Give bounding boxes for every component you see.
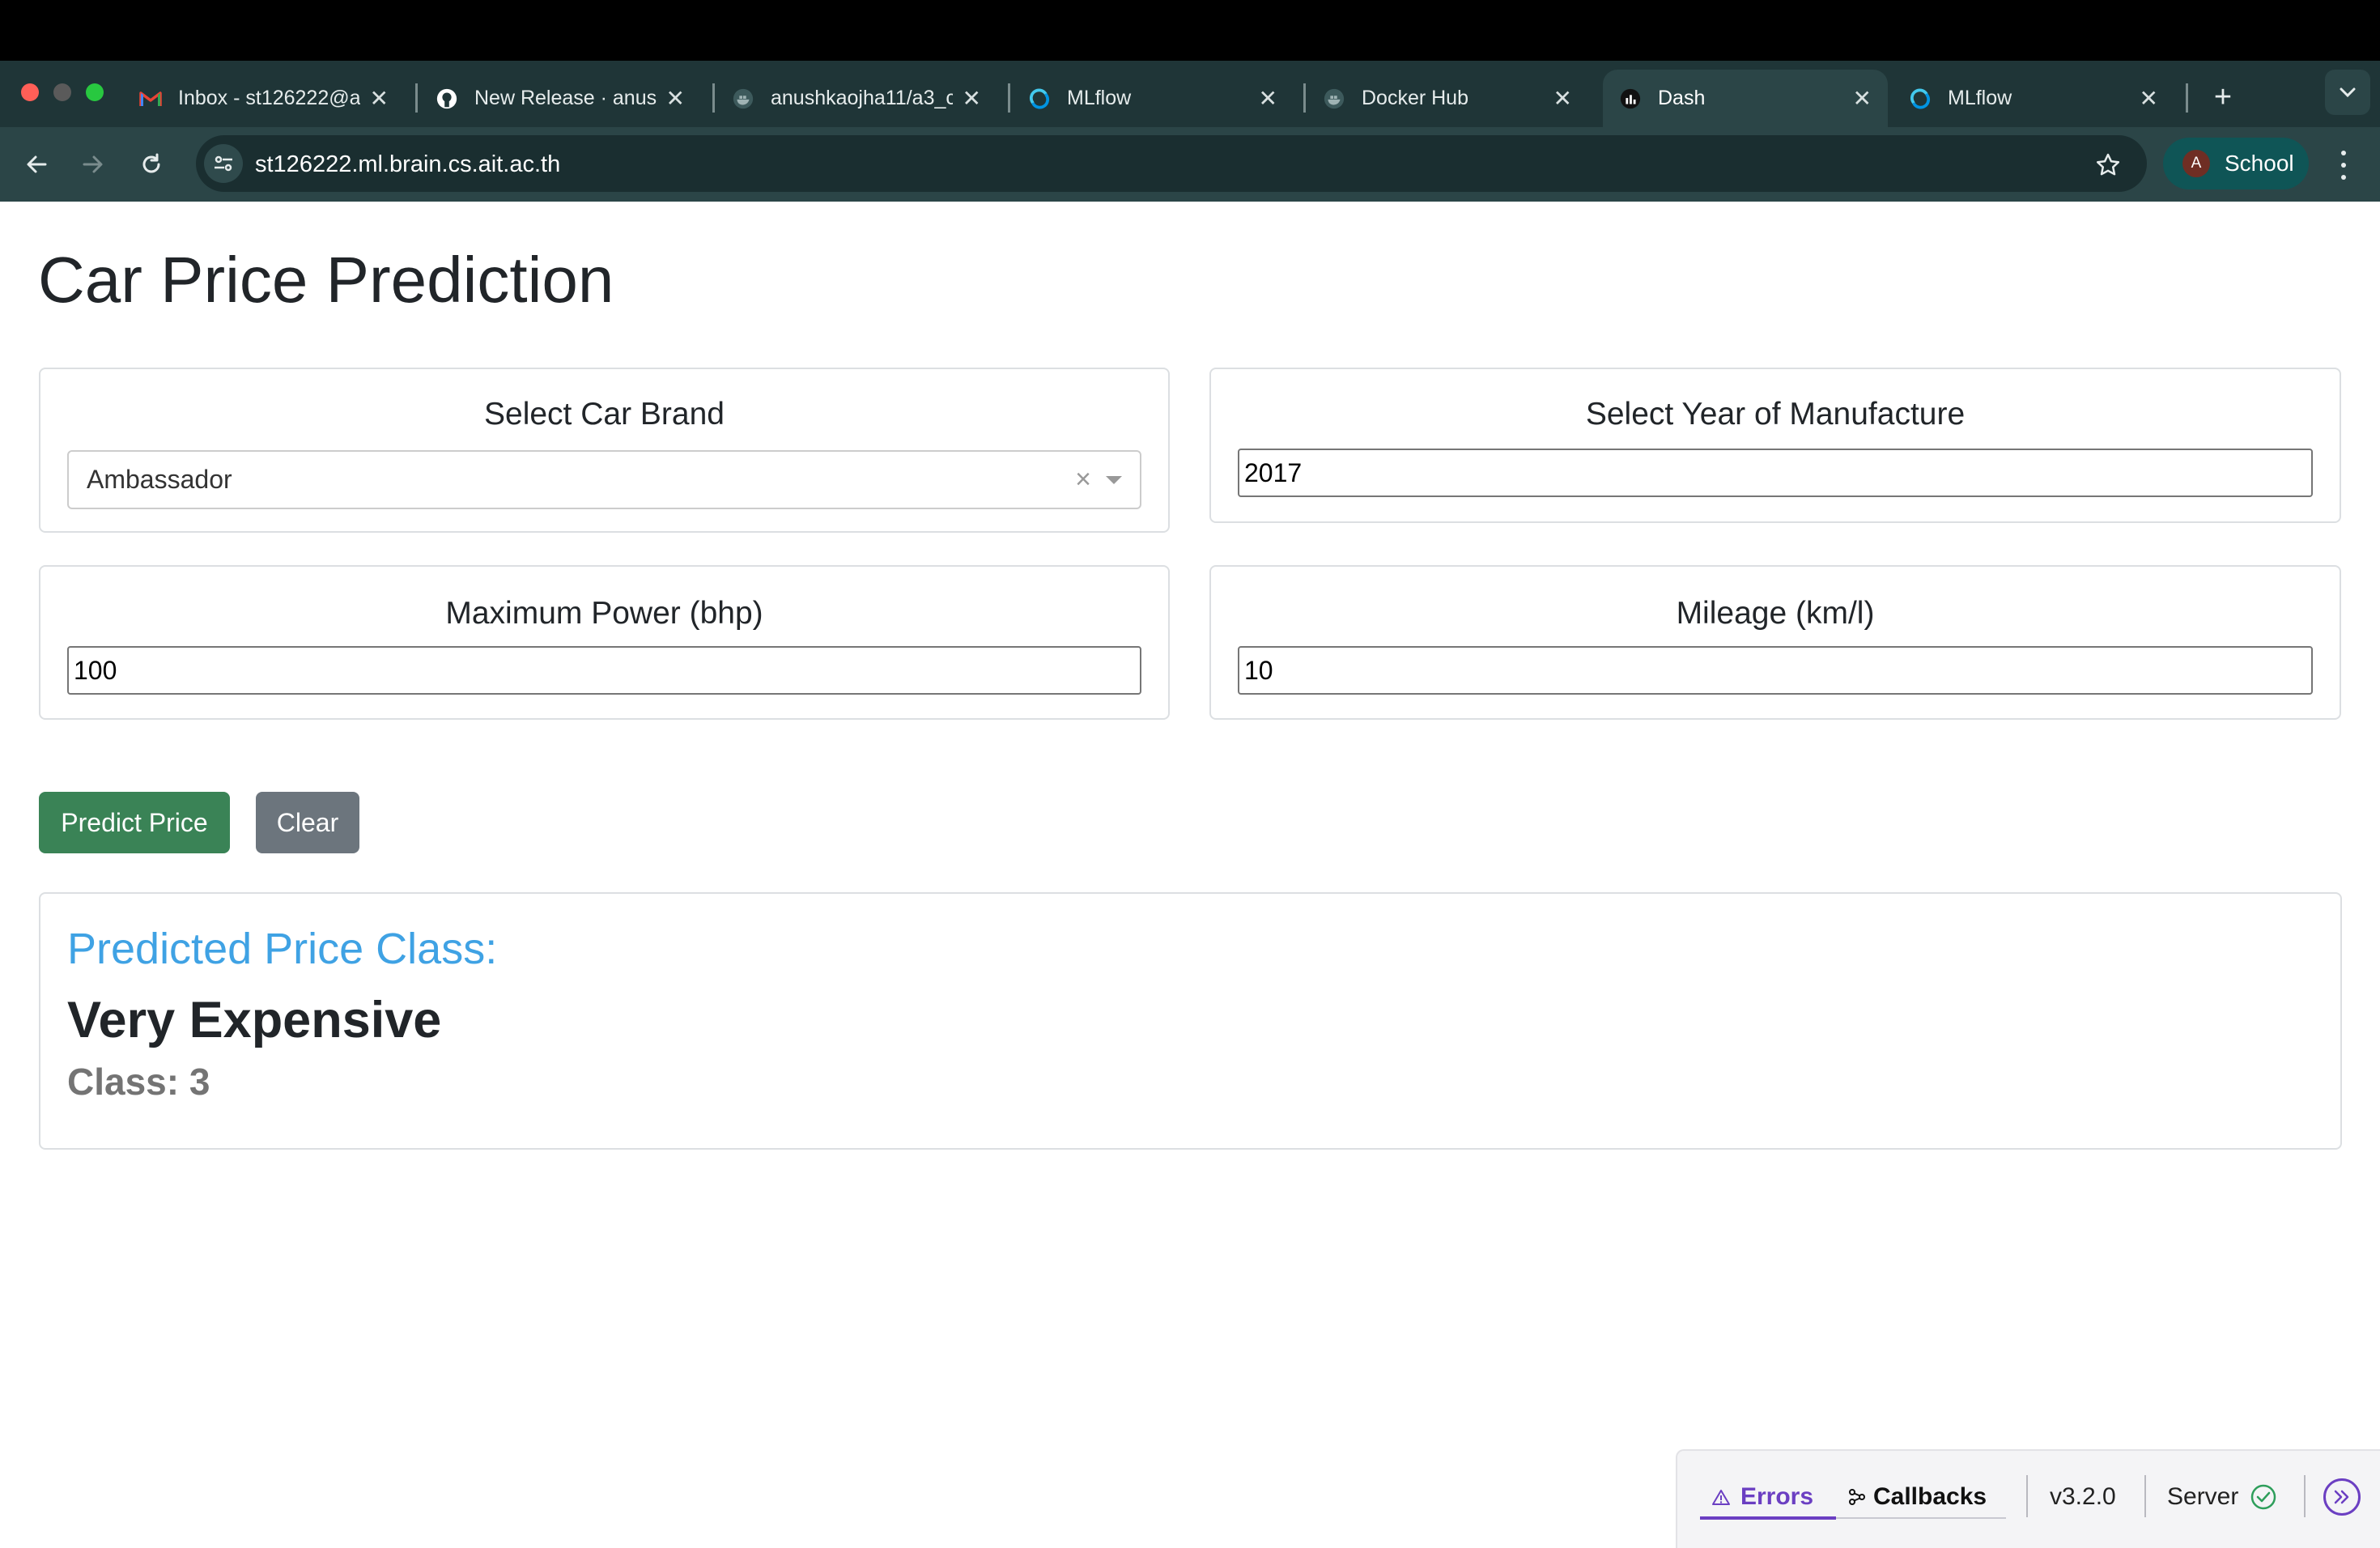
power-label: Maximum Power (bhp) bbox=[445, 596, 763, 631]
close-icon[interactable]: ✕ bbox=[1553, 85, 1572, 112]
tab-title: Docker Hub bbox=[1362, 87, 1468, 109]
window-close-button[interactable] bbox=[21, 83, 39, 101]
tab-mlflow-2[interactable]: MLflow ✕ bbox=[1893, 70, 2174, 127]
mlflow-icon bbox=[1028, 87, 1051, 110]
close-icon[interactable]: ✕ bbox=[2140, 85, 2158, 112]
tab-separator bbox=[1008, 83, 1010, 113]
predict-price-button[interactable]: Predict Price bbox=[39, 792, 230, 853]
tab-separator bbox=[415, 83, 418, 113]
screen-top-bar bbox=[0, 0, 2380, 61]
devtools-separator bbox=[2144, 1475, 2146, 1517]
class-number: Class: 3 bbox=[67, 1061, 210, 1103]
avatar: A bbox=[2182, 150, 2210, 177]
double-chevron-right-icon bbox=[2334, 1490, 2349, 1504]
power-card: Maximum Power (bhp) bbox=[39, 565, 1170, 720]
tab-title: Inbox - st126222@a bbox=[178, 87, 360, 109]
tab-title: Dash bbox=[1658, 87, 1706, 109]
bookmark-button[interactable] bbox=[2092, 149, 2124, 181]
github-icon bbox=[436, 87, 458, 110]
clear-button[interactable]: Clear bbox=[256, 792, 359, 853]
tab-search-button[interactable] bbox=[2325, 70, 2370, 115]
url-text[interactable]: st126222.ml.brain.cs.ait.ac.th bbox=[255, 151, 560, 178]
tab-separator bbox=[1303, 83, 1306, 113]
brand-selected-value: Ambassador bbox=[87, 465, 232, 494]
tab-inbox[interactable]: Inbox - st126222@a ✕ bbox=[123, 70, 405, 127]
year-card: Select Year of Manufacture bbox=[1209, 368, 2341, 523]
window-maximize-button[interactable] bbox=[86, 83, 104, 101]
star-icon bbox=[2096, 153, 2120, 176]
power-input[interactable] bbox=[67, 646, 1141, 695]
tune-icon bbox=[215, 155, 232, 172]
devtools-toggle-button[interactable] bbox=[2323, 1478, 2361, 1516]
reload-icon bbox=[142, 153, 160, 173]
tab-new-release[interactable]: New Release · anusl ✕ bbox=[419, 70, 701, 127]
mlflow-icon bbox=[1909, 87, 1932, 110]
close-icon[interactable]: ✕ bbox=[1259, 85, 1277, 112]
close-icon[interactable]: ✕ bbox=[1853, 85, 1872, 112]
plus-icon: + bbox=[2213, 79, 2233, 114]
errors-label: Errors bbox=[1740, 1483, 1814, 1510]
brand-card: Select Car Brand Ambassador × bbox=[39, 368, 1170, 533]
tab-github-repo[interactable]: anushkaojha11/a3_c ✕ bbox=[716, 70, 997, 127]
year-label: Select Year of Manufacture bbox=[1585, 397, 1966, 432]
mileage-card: Mileage (km/l) bbox=[1209, 565, 2341, 720]
reload-button[interactable] bbox=[131, 144, 172, 185]
errors-tab-underline bbox=[1700, 1516, 1836, 1520]
arrow-right-icon bbox=[83, 155, 103, 173]
result-card: Predicted Price Class: Very Expensive Cl… bbox=[39, 892, 2342, 1150]
mileage-input[interactable] bbox=[1238, 646, 2313, 695]
gmail-icon bbox=[139, 87, 162, 110]
close-icon[interactable]: ✕ bbox=[370, 85, 389, 112]
tab-mlflow[interactable]: MLflow ✕ bbox=[1012, 70, 1294, 127]
arrow-left-icon bbox=[27, 155, 47, 173]
chevron-down-icon bbox=[2340, 87, 2356, 98]
dash-icon bbox=[1619, 87, 1642, 110]
page-title: Car Price Prediction bbox=[38, 244, 614, 316]
docker-icon bbox=[1323, 87, 1345, 110]
new-tab-button[interactable]: + bbox=[2200, 74, 2246, 120]
window-minimize-button[interactable] bbox=[53, 83, 71, 101]
tab-separator bbox=[2186, 83, 2188, 113]
tab-title: anushkaojha11/a3_c bbox=[771, 87, 953, 109]
year-input[interactable] bbox=[1238, 449, 2313, 497]
clear-selection-icon[interactable]: × bbox=[1075, 464, 1091, 495]
forward-button[interactable] bbox=[73, 144, 113, 185]
errors-tab[interactable]: Errors bbox=[1711, 1483, 1813, 1511]
devtools-separator bbox=[2026, 1475, 2028, 1517]
server-status[interactable]: Server bbox=[2167, 1483, 2277, 1511]
tab-title: MLflow bbox=[1948, 87, 2012, 109]
predicted-class-value: Very Expensive bbox=[67, 992, 442, 1048]
result-heading: Predicted Price Class: bbox=[67, 925, 498, 973]
check-circle-icon bbox=[2251, 1484, 2276, 1510]
close-icon[interactable]: ✕ bbox=[963, 85, 981, 112]
dash-version: v3.2.0 bbox=[2050, 1483, 2116, 1510]
brand-label: Select Car Brand bbox=[484, 397, 725, 432]
brand-dropdown[interactable]: Ambassador × bbox=[67, 450, 1141, 509]
server-label: Server bbox=[2167, 1483, 2239, 1510]
docker-icon bbox=[732, 87, 754, 110]
browser-menu-button[interactable] bbox=[2331, 147, 2356, 183]
tab-title: New Release · anusl bbox=[474, 87, 657, 109]
profile-name: School bbox=[2225, 151, 2294, 176]
back-button[interactable] bbox=[16, 144, 57, 185]
tab-docker-hub[interactable]: Docker Hub ✕ bbox=[1307, 70, 1588, 127]
callbacks-label: Callbacks bbox=[1873, 1483, 1987, 1510]
tab-dash[interactable]: Dash ✕ bbox=[1603, 70, 1888, 127]
close-icon[interactable]: ✕ bbox=[666, 85, 685, 112]
caret-down-icon[interactable] bbox=[1106, 475, 1122, 484]
tab-separator bbox=[712, 83, 715, 113]
warning-icon bbox=[1712, 1490, 1730, 1505]
callbacks-tab-underline bbox=[1836, 1517, 2006, 1519]
profile-button[interactable]: A School bbox=[2163, 138, 2309, 189]
devtools-separator bbox=[2304, 1475, 2306, 1517]
tab-title: MLflow bbox=[1067, 87, 1132, 109]
mileage-label: Mileage (km/l) bbox=[1676, 596, 1875, 631]
callbacks-tab[interactable]: Callbacks bbox=[1847, 1483, 1987, 1511]
site-info-button[interactable] bbox=[204, 144, 243, 183]
callbacks-icon bbox=[1849, 1489, 1865, 1505]
